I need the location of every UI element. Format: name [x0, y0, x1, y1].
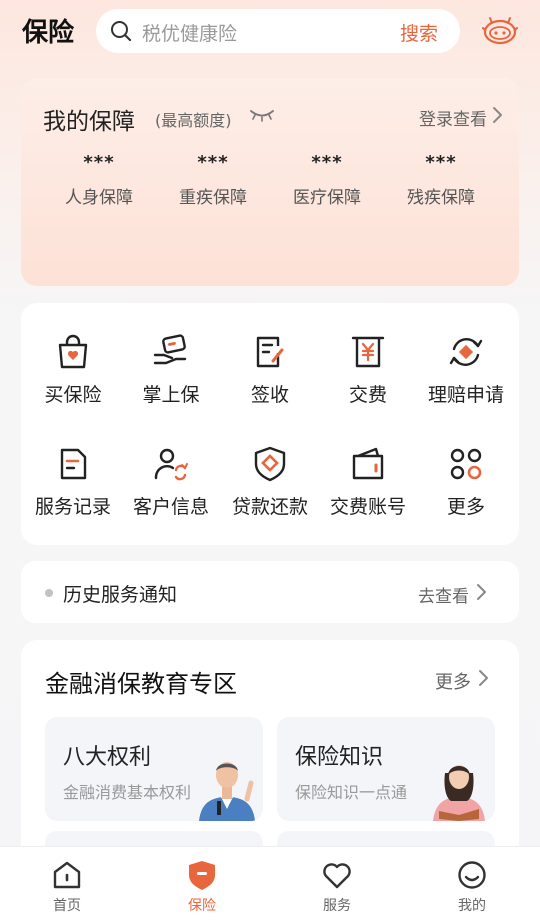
protection-value: ***: [425, 152, 457, 173]
history-notice-card[interactable]: 历史服务通知 去查看: [21, 561, 519, 623]
record-document-icon: [60, 448, 87, 480]
service-label: 签收: [250, 384, 289, 406]
go-view-link[interactable]: 去查看: [418, 582, 469, 607]
service-label: 买保险: [44, 384, 102, 406]
history-notice-text: 历史服务通知: [63, 584, 178, 606]
tab-insurance[interactable]: 保险: [162, 859, 242, 915]
service-payment[interactable]: 交费: [318, 333, 418, 407]
search-placeholder[interactable]: 税优健康险: [142, 19, 237, 46]
search-icon: [111, 21, 132, 42]
service-label: 客户信息: [132, 496, 209, 518]
wallet-icon: [352, 447, 384, 480]
tab-label: 我的: [458, 898, 486, 914]
edu-card-subtitle: 金融消费基本权利: [63, 783, 192, 802]
education-title: 金融消保教育专区: [45, 670, 237, 698]
smile-profile-icon: [458, 861, 486, 889]
tab-mine[interactable]: 我的: [432, 859, 512, 915]
robot-assistant-icon[interactable]: [482, 14, 518, 48]
chevron-right-icon[interactable]: [475, 583, 487, 601]
service-records[interactable]: 服务记录: [23, 445, 123, 519]
protection-label: 残疾保障: [407, 188, 475, 208]
protection-item-disability[interactable]: *** 残疾保障: [381, 152, 501, 208]
heart-icon: [323, 863, 351, 889]
protection-value: ***: [197, 152, 229, 173]
service-claim-application[interactable]: 理赔申请: [416, 333, 516, 407]
tab-service[interactable]: 服务: [297, 859, 377, 915]
service-label: 交费: [348, 384, 387, 406]
edu-card-title: 保险知识: [295, 745, 384, 770]
protection-label: 医疗保障: [293, 188, 361, 208]
service-label: 服务记录: [34, 496, 111, 518]
service-label: 理赔申请: [427, 384, 504, 406]
loan-shield-icon: [254, 446, 286, 482]
education-section: 金融消保教育专区 更多 八大权利 金融消费基本权利 保险知识 保险知识一点通: [21, 640, 519, 860]
protection-item-critical-illness[interactable]: *** 重疾保障: [153, 152, 273, 208]
protection-item-life[interactable]: *** 人身保障: [39, 152, 159, 208]
payment-yuan-icon: [351, 336, 385, 368]
my-protection-card[interactable]: 我的保障 (最高额度) 登录查看 *** 人身保障 *** 重疾保障 *** 医…: [21, 78, 519, 286]
sign-document-icon: [256, 336, 284, 368]
search-bar[interactable]: 税优健康险 搜索: [96, 9, 460, 53]
education-more-link[interactable]: 更多: [435, 668, 471, 694]
edu-card-insurance-knowledge[interactable]: 保险知识 保险知识一点通: [277, 717, 495, 821]
protection-label: 重疾保障: [179, 188, 247, 208]
service-pocket-insurance[interactable]: 掌上保: [121, 333, 221, 407]
chevron-right-icon[interactable]: [491, 106, 503, 124]
service-label: 贷款还款: [231, 496, 308, 518]
bullet-dot: [45, 589, 53, 597]
tab-home[interactable]: 首页: [27, 859, 107, 915]
service-customer-info[interactable]: 客户信息: [121, 445, 221, 519]
user-refresh-icon: [154, 448, 188, 481]
bottom-tab-bar: 首页 保险 服务 我的: [0, 846, 540, 924]
chevron-right-icon[interactable]: [477, 669, 489, 687]
edu-card-subtitle: 保险知识一点通: [295, 783, 408, 802]
service-more[interactable]: 更多: [416, 445, 516, 519]
tab-label: 服务: [323, 898, 351, 914]
protection-title: 我的保障: [43, 109, 135, 135]
page-title: 保险: [22, 18, 75, 48]
service-label: 更多: [446, 496, 485, 518]
service-grid-card: 买保险 掌上保 签收 交费 理赔申请 服务记录 客户信息 贷款还款 交费账号 更…: [21, 303, 519, 545]
presenter-man-illustration: [199, 762, 255, 821]
tab-label: 首页: [53, 898, 81, 914]
service-label: 掌上保: [142, 384, 200, 406]
protection-item-medical[interactable]: *** 医疗保障: [267, 152, 387, 208]
protection-value: ***: [83, 152, 115, 173]
tab-label: 保险: [188, 898, 216, 914]
edu-card-eight-rights[interactable]: 八大权利 金融消费基本权利: [45, 717, 263, 821]
top-bar: 保险 税优健康险 搜索: [0, 0, 540, 64]
service-sign-receipt[interactable]: 签收: [220, 333, 320, 407]
grid-more-icon: [450, 448, 482, 480]
reader-woman-illustration: [433, 765, 485, 821]
claim-cycle-icon: [449, 338, 483, 366]
service-buy-insurance[interactable]: 买保险: [23, 333, 123, 407]
edu-card-title: 八大权利: [63, 745, 152, 770]
protection-value: ***: [311, 152, 343, 173]
service-payment-account[interactable]: 交费账号: [318, 445, 418, 519]
login-view-link[interactable]: 登录查看: [419, 105, 487, 130]
protection-subtitle: (最高额度): [155, 111, 232, 130]
search-button[interactable]: 搜索: [400, 19, 438, 46]
service-loan-repayment[interactable]: 贷款还款: [220, 445, 320, 519]
shopping-bag-icon: [58, 334, 88, 369]
hand-card-icon: [153, 334, 187, 365]
protection-label: 人身保障: [65, 188, 133, 208]
service-label: 交费账号: [329, 496, 406, 518]
insurance-shield-icon: [189, 861, 215, 890]
eye-closed-icon[interactable]: [249, 108, 275, 122]
home-icon: [53, 861, 81, 889]
